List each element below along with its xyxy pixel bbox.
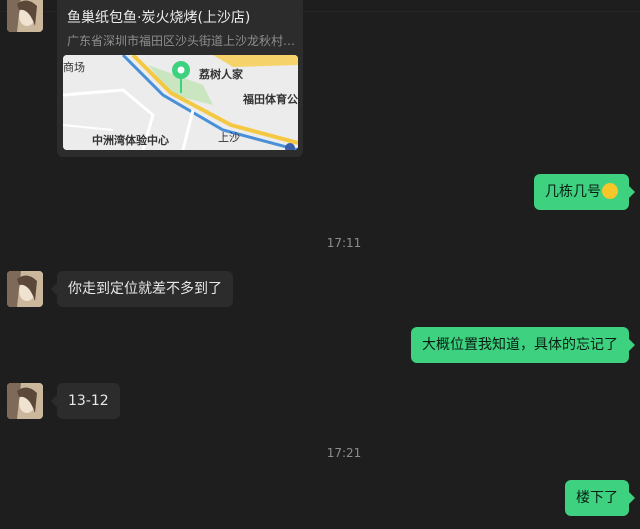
message-text: 你走到定位就差不多到了 <box>68 281 222 297</box>
contact-avatar[interactable] <box>7 383 43 419</box>
message-bubble-outgoing[interactable]: 楼下了 <box>565 480 635 516</box>
message-bubble-outgoing[interactable]: 大概位置我知道，具体的忘记了 <box>411 327 635 363</box>
map-label-market: 商场 <box>63 61 85 74</box>
map-label-shangsha: 上沙 <box>218 131 240 144</box>
location-pin-icon <box>172 61 190 93</box>
laugh-tears-emoji-icon <box>602 183 618 199</box>
timestamp: 17:21 <box>326 446 362 460</box>
location-address: 广东省深圳市福田区沙头街道上沙龙秋村… <box>67 34 296 48</box>
location-title: 鱼巢纸包鱼·炭火烧烤(上沙店) <box>67 10 251 26</box>
message-text: 几栋几号 <box>545 184 601 200</box>
map-label-stadium: 福田体育公 <box>243 93 298 106</box>
message-bubble-outgoing[interactable]: 几栋几号 <box>534 174 635 210</box>
message-bubble-incoming[interactable]: 13-12 <box>51 383 120 419</box>
message-text: 13-12 <box>68 393 109 409</box>
message-text: 楼下了 <box>576 490 618 506</box>
map-label-lizhi: 荔树人家 <box>199 68 243 81</box>
contact-avatar[interactable] <box>7 271 43 307</box>
map-label-zhongzhou: 中洲湾体验中心 <box>92 134 169 147</box>
location-map[interactable]: 商场 荔树人家 福田体育公 中洲湾体验中心 上沙 <box>63 55 298 150</box>
message-text: 大概位置我知道，具体的忘记了 <box>422 337 618 353</box>
contact-avatar[interactable] <box>7 0 43 32</box>
timestamp: 17:11 <box>326 236 362 250</box>
message-bubble-incoming[interactable]: 你走到定位就差不多到了 <box>51 271 233 307</box>
location-card[interactable]: 鱼巢纸包鱼·炭火烧烤(上沙店) 广东省深圳市福田区沙头街道上沙龙秋村… 商场 荔… <box>57 0 303 157</box>
